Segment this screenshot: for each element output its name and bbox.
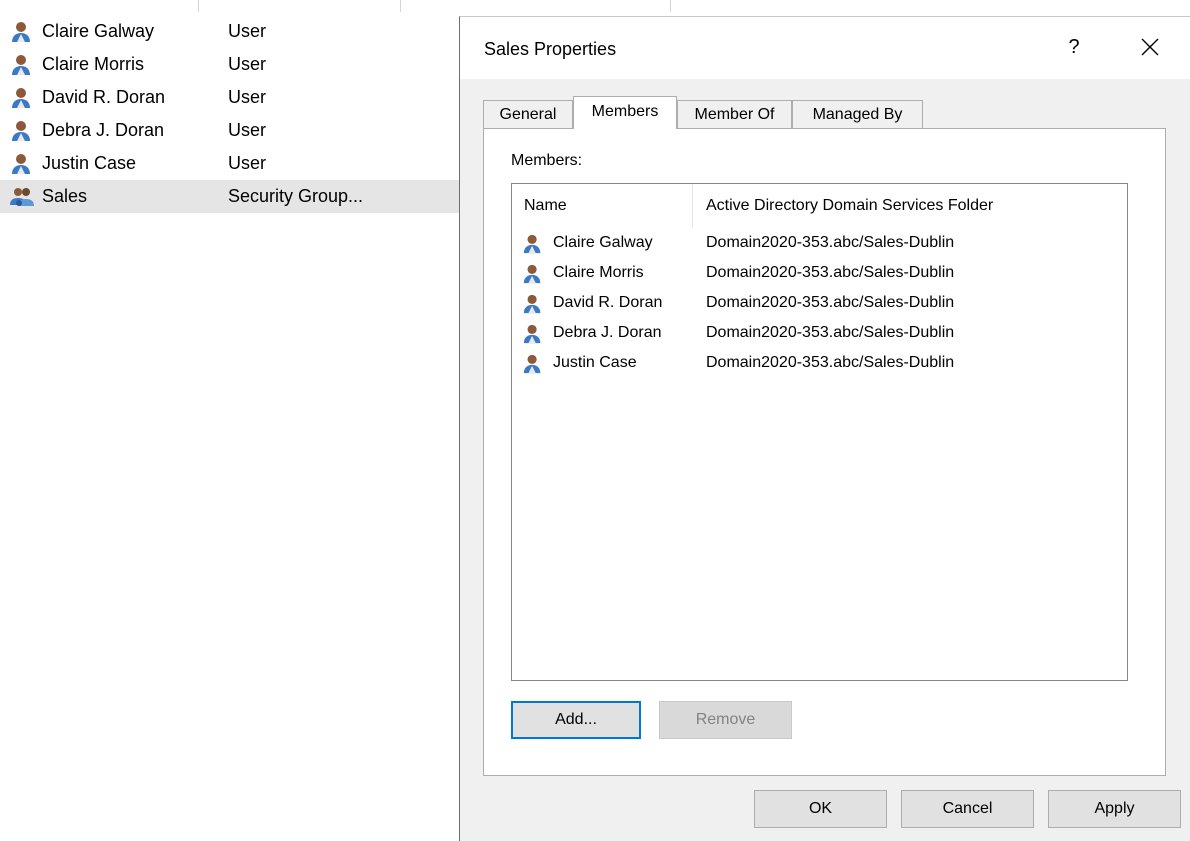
column-separator[interactable] <box>400 0 401 12</box>
object-type: User <box>228 21 267 41</box>
members-list[interactable]: Name Active Directory Domain Services Fo… <box>511 183 1128 681</box>
column-separator[interactable] <box>670 0 671 12</box>
member-name: Justin Case <box>553 354 637 371</box>
tab-member-of[interactable]: Member Of <box>677 100 792 128</box>
column-separator[interactable] <box>198 0 199 12</box>
background-object-list: Claire Galway User Claire Morris User Da… <box>0 15 470 213</box>
member-folder: Domain2020-353.abc/Sales-Dublin <box>706 324 955 341</box>
members-tab-panel: Members: Name Active Directory Domain Se… <box>483 128 1166 776</box>
object-name: Justin Case <box>42 153 137 173</box>
object-name: Debra J. Doran <box>42 120 165 140</box>
member-row[interactable]: Claire Morris Domain2020-353.abc/Sales-D… <box>512 258 1127 288</box>
user-icon <box>523 294 541 314</box>
object-type: User <box>228 54 267 74</box>
apply-button[interactable]: Apply <box>1048 790 1181 828</box>
user-icon <box>12 154 30 174</box>
member-folder: Domain2020-353.abc/Sales-Dublin <box>706 294 955 311</box>
user-icon <box>12 88 30 108</box>
member-folder: Domain2020-353.abc/Sales-Dublin <box>706 234 955 251</box>
members-label: Members: <box>511 152 583 169</box>
object-name: David R. Doran <box>42 87 166 107</box>
object-type: User <box>228 153 267 173</box>
member-name: Debra J. Doran <box>553 324 662 341</box>
members-list-rows: Claire Galway Domain2020-353.abc/Sales-D… <box>512 228 1127 378</box>
background-column-header <box>0 0 680 14</box>
member-folder: Domain2020-353.abc/Sales-Dublin <box>706 354 955 371</box>
help-button[interactable]: ? <box>1056 29 1092 65</box>
user-icon <box>12 22 30 42</box>
add-button[interactable]: Add... <box>511 701 641 739</box>
user-icon <box>12 55 30 75</box>
object-type: User <box>228 120 267 140</box>
object-name: Claire Galway <box>42 21 155 41</box>
object-type: Security Group... <box>228 186 364 206</box>
member-name: David R. Doran <box>553 294 663 311</box>
object-name: Sales <box>42 186 88 206</box>
object-name: Claire Morris <box>42 54 145 74</box>
remove-button[interactable]: Remove <box>659 701 792 739</box>
user-icon <box>12 121 30 141</box>
tab-managed-by[interactable]: Managed By <box>792 100 923 128</box>
column-separator[interactable] <box>692 184 693 228</box>
dialog-titlebar[interactable]: Sales Properties ? <box>460 17 1190 79</box>
column-header-folder[interactable]: Active Directory Domain Services Folder <box>706 184 993 228</box>
member-name: Claire Galway <box>553 234 653 251</box>
list-item[interactable]: Debra J. Doran User <box>0 114 470 147</box>
list-item[interactable]: Justin Case User <box>0 147 470 180</box>
sales-properties-dialog: Sales Properties ? General Members Membe… <box>459 16 1190 841</box>
dialog-title: Sales Properties <box>484 39 617 59</box>
user-icon <box>523 234 541 254</box>
member-row[interactable]: Claire Galway Domain2020-353.abc/Sales-D… <box>512 228 1127 258</box>
list-item[interactable]: Claire Galway User <box>0 15 470 48</box>
group-icon <box>10 188 34 206</box>
member-row[interactable]: Justin Case Domain2020-353.abc/Sales-Dub… <box>512 348 1127 378</box>
members-list-header: Name Active Directory Domain Services Fo… <box>512 184 1127 228</box>
column-header-name[interactable]: Name <box>524 184 567 228</box>
close-button[interactable] <box>1130 29 1170 65</box>
object-type: User <box>228 87 267 107</box>
ok-button[interactable]: OK <box>754 790 887 828</box>
member-name: Claire Morris <box>553 264 644 281</box>
user-icon <box>523 324 541 344</box>
cancel-button[interactable]: Cancel <box>901 790 1034 828</box>
user-icon <box>523 354 541 374</box>
member-folder: Domain2020-353.abc/Sales-Dublin <box>706 264 955 281</box>
tab-members[interactable]: Members <box>573 96 677 129</box>
tab-general[interactable]: General <box>483 100 573 128</box>
list-item[interactable]: Claire Morris User <box>0 48 470 81</box>
member-row[interactable]: Debra J. Doran Domain2020-353.abc/Sales-… <box>512 318 1127 348</box>
list-item[interactable]: David R. Doran User <box>0 81 470 114</box>
close-icon <box>1141 38 1159 56</box>
list-item-selected[interactable]: Sales Security Group... <box>0 180 470 213</box>
member-row[interactable]: David R. Doran Domain2020-353.abc/Sales-… <box>512 288 1127 318</box>
user-icon <box>523 264 541 284</box>
